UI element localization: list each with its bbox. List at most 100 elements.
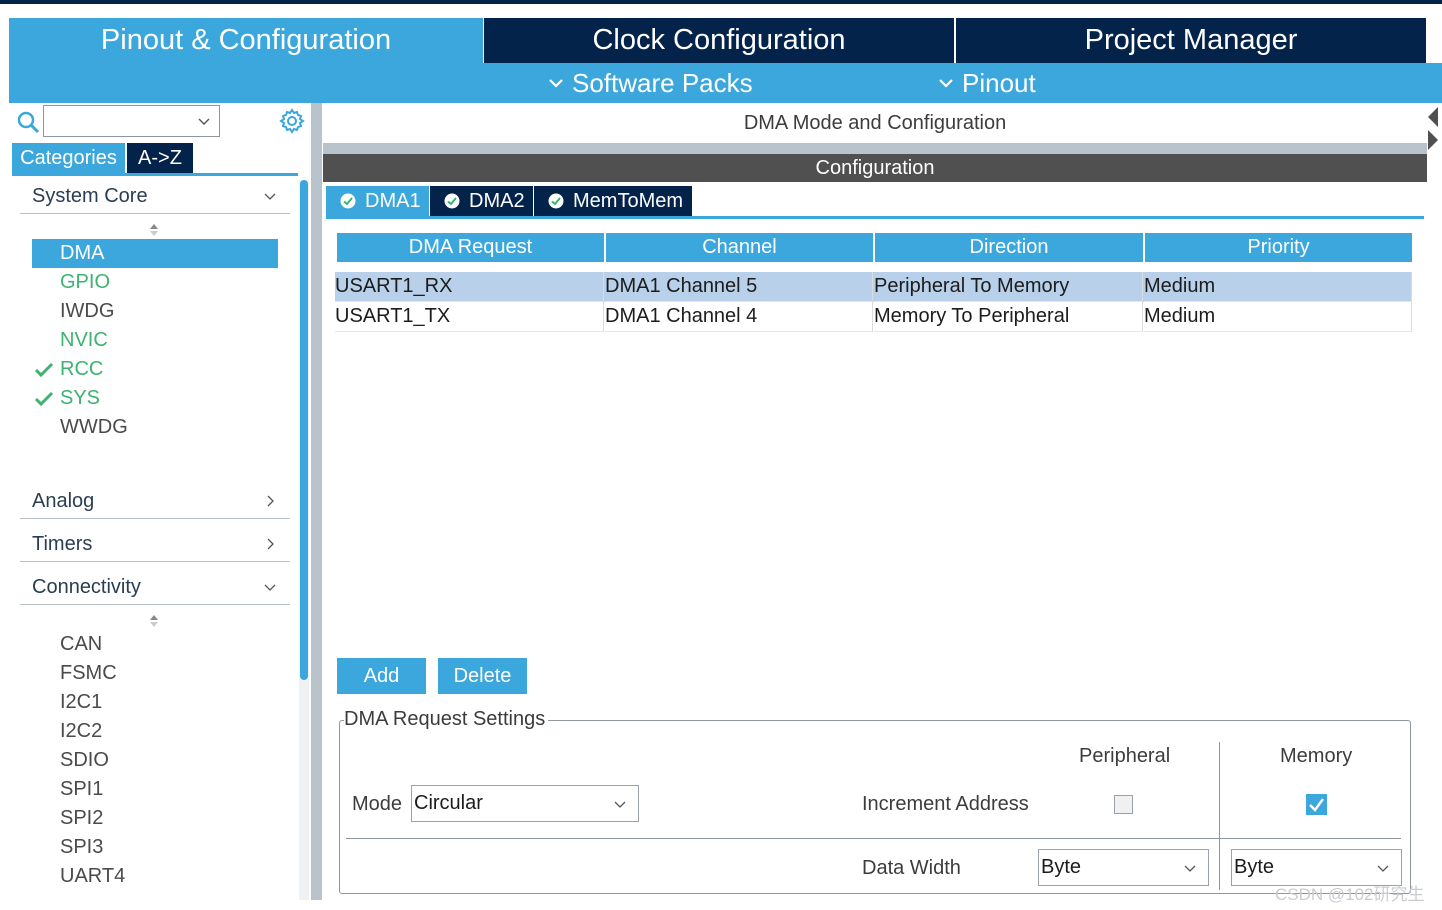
column-header-channel[interactable]: Channel — [606, 233, 873, 262]
chevron-down-icon — [549, 79, 563, 88]
tab-project-manager[interactable]: Project Manager — [956, 18, 1426, 63]
peripheral-data-width-value: Byte — [1041, 856, 1082, 878]
sidebar-item-label: IWDG — [60, 300, 115, 322]
sidebar-item-nvic[interactable]: NVIC — [32, 326, 278, 355]
tab-underline — [12, 173, 298, 176]
table-cell: USART1_RX — [335, 272, 604, 302]
category-label: Timers — [32, 533, 93, 555]
mode-label: Mode — [352, 793, 403, 815]
check-circle-icon — [548, 193, 564, 209]
sidebar-item-label: DMA — [60, 242, 105, 264]
configuration-header: Configuration — [323, 154, 1427, 182]
chevron-down-icon — [614, 801, 626, 808]
settings-divider — [346, 838, 1401, 839]
sidebar-item-iwdg[interactable]: IWDG — [32, 297, 278, 326]
chevron-down-icon — [1184, 865, 1196, 872]
search-icon[interactable] — [16, 110, 40, 134]
tab-categories[interactable]: Categories — [12, 143, 125, 173]
table-cell: Peripheral To Memory — [874, 272, 1143, 302]
peripheral-data-width-select[interactable]: Byte — [1038, 849, 1209, 886]
checkmark-icon — [34, 391, 54, 407]
category-connectivity[interactable]: Connectivity — [20, 571, 290, 605]
sidebar-item-i2c2[interactable]: I2C2 — [32, 717, 278, 746]
collapse-left-icon[interactable] — [1428, 107, 1438, 127]
sidebar-item-sys[interactable]: SYS — [32, 384, 278, 413]
chevron-down-icon — [264, 584, 276, 591]
peripheral-increment-checkbox[interactable] — [1114, 795, 1133, 814]
sidebar-item-uart4[interactable]: UART4 — [32, 862, 278, 891]
tab-a-to-z[interactable]: A->Z — [127, 143, 193, 173]
column-header-priority[interactable]: Priority — [1145, 233, 1412, 262]
sidebar-item-i2c1[interactable]: I2C1 — [32, 688, 278, 717]
gear-icon[interactable] — [278, 107, 306, 135]
sidebar-item-spi1[interactable]: SPI1 — [32, 775, 278, 804]
chevron-down-icon — [264, 193, 276, 200]
category-label: Analog — [32, 490, 95, 512]
column-header-direction[interactable]: Direction — [875, 233, 1143, 262]
software-packs-label: Software Packs — [572, 67, 753, 98]
chevron-right-icon — [267, 495, 274, 507]
sidebar-item-label: I2C2 — [60, 720, 103, 742]
bottom-edge — [9, 900, 1442, 910]
sidebar-item-wwdg[interactable]: WWDG — [32, 413, 278, 442]
category-system-core[interactable]: System Core — [20, 180, 290, 214]
pinout-menu-label: Pinout — [962, 67, 1036, 98]
peripheral-column-label: Peripheral — [1079, 745, 1171, 767]
sidebar-scrollbar[interactable] — [300, 180, 308, 680]
category-timers[interactable]: Timers — [20, 528, 290, 562]
sort-arrows-icon[interactable] — [148, 223, 160, 237]
pinout-menu[interactable]: Pinout — [936, 63, 1036, 103]
sidebar-item-fsmc[interactable]: FSMC — [32, 659, 278, 688]
table-cell: Memory To Peripheral — [874, 302, 1143, 332]
search-input[interactable] — [43, 105, 220, 137]
sidebar-item-gpio[interactable]: GPIO — [32, 268, 278, 297]
sidebar-item-label: WWDG — [60, 416, 128, 438]
sidebar-item-spi2[interactable]: SPI2 — [32, 804, 278, 833]
tab-label: MemToMem — [573, 189, 684, 212]
data-width-label: Data Width — [862, 857, 961, 879]
sidebar-item-sdio[interactable]: SDIO — [32, 746, 278, 775]
chevron-down-icon — [198, 118, 210, 125]
memory-data-width-value: Byte — [1234, 856, 1275, 878]
expand-right-icon[interactable] — [1428, 130, 1438, 150]
sidebar-item-label: SPI2 — [60, 807, 104, 829]
sort-arrows-icon[interactable] — [148, 614, 160, 628]
chevron-down-icon — [1377, 865, 1389, 872]
category-label: System Core — [32, 185, 148, 207]
sidebar-item-dma[interactable]: DMA — [32, 239, 278, 268]
sidebar-item-can[interactable]: CAN — [32, 630, 278, 659]
memory-column-label: Memory — [1280, 745, 1353, 767]
category-analog[interactable]: Analog — [20, 485, 290, 519]
tab-dma2[interactable]: DMA2 — [430, 186, 533, 216]
tab-pinout-configuration[interactable]: Pinout & Configuration — [9, 18, 483, 63]
sidebar-item-label: GPIO — [60, 271, 111, 293]
table-cell: DMA1 Channel 4 — [605, 302, 873, 332]
tab-underline — [326, 216, 1424, 219]
mode-config-splitter[interactable] — [323, 143, 1427, 154]
tab-dma1[interactable]: DMA1 — [326, 186, 429, 216]
mode-header[interactable]: DMA Mode and Configuration — [323, 103, 1427, 143]
right-edge-panel — [1427, 103, 1442, 900]
add-button[interactable]: Add — [337, 658, 426, 694]
sidebar-item-spi3[interactable]: SPI3 — [32, 833, 278, 862]
sidebar-item-label: SYS — [60, 387, 101, 409]
table-cell: Medium — [1144, 302, 1412, 332]
panel-splitter[interactable] — [311, 103, 322, 900]
check-circle-icon — [444, 193, 460, 209]
column-header-dma-request[interactable]: DMA Request — [337, 233, 604, 262]
delete-button[interactable]: Delete — [438, 658, 527, 694]
software-packs-menu[interactable]: Software Packs — [546, 63, 753, 103]
sidebar-item-label: CAN — [60, 633, 103, 655]
settings-column-divider — [1219, 742, 1220, 890]
sidebar-item-label: UART4 — [60, 865, 126, 887]
checkmark-icon — [34, 362, 54, 378]
category-label: Connectivity — [32, 576, 141, 598]
mode-select[interactable]: Circular — [411, 785, 639, 822]
tab-memtomem[interactable]: MemToMem — [534, 186, 692, 216]
sidebar-item-rcc[interactable]: RCC — [32, 355, 278, 384]
memory-increment-checkbox[interactable] — [1306, 794, 1327, 815]
sidebar-item-label: FSMC — [60, 662, 117, 684]
tab-clock-configuration[interactable]: Clock Configuration — [484, 18, 954, 63]
tab-label: DMA1 — [365, 189, 421, 212]
chevron-down-icon — [939, 79, 953, 88]
